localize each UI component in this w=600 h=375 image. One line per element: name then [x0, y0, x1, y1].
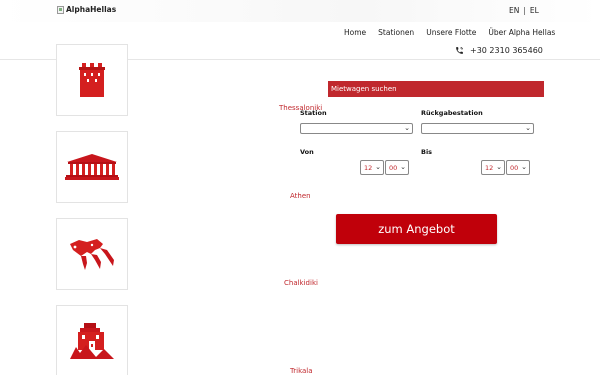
station-label: Station — [300, 109, 327, 117]
from-minute-value: 00 — [389, 164, 398, 172]
from-label: Von — [300, 148, 314, 156]
return-station-select[interactable]: ⌄ — [421, 123, 534, 134]
station-select[interactable]: ⌄ — [300, 123, 413, 134]
chevron-down-icon: ⌄ — [375, 163, 381, 171]
chevron-down-icon: ⌄ — [521, 163, 527, 171]
nav-home[interactable]: Home — [344, 28, 366, 37]
lang-en-link[interactable]: EN — [509, 6, 519, 15]
broken-image-icon — [57, 5, 64, 14]
lang-el-link[interactable]: EL — [530, 6, 539, 15]
station-card-trikala[interactable] — [56, 305, 128, 375]
from-minute-select[interactable]: 00 ⌄ — [385, 160, 409, 175]
phone-contact[interactable]: +30 2310 365460 — [455, 46, 543, 55]
logo-alt-text: AlphaHellas — [66, 5, 117, 14]
station-card-chalkidiki[interactable] — [56, 218, 128, 290]
to-label: Bis — [421, 148, 433, 156]
chevron-down-icon: ⌄ — [525, 124, 531, 132]
search-panel-title: Mietwagen suchen — [328, 81, 544, 97]
from-hour-select[interactable]: 12 ⌄ — [360, 160, 384, 175]
chevron-down-icon: ⌄ — [400, 163, 406, 171]
from-hour-value: 12 — [364, 164, 373, 172]
site-logo[interactable]: AlphaHellas — [57, 5, 116, 14]
language-switcher: EN | EL — [509, 6, 539, 15]
to-hour-value: 12 — [485, 164, 494, 172]
submit-offer-button[interactable]: zum Angebot — [336, 214, 497, 244]
main-nav: Home Stationen Unsere Flotte Über Alpha … — [344, 28, 555, 37]
phone-icon — [456, 47, 463, 54]
chalkidiki-map-icon — [70, 239, 114, 270]
return-station-label: Rückgabestation — [421, 109, 483, 117]
nav-unsere-flotte[interactable]: Unsere Flotte — [426, 28, 476, 37]
white-tower-icon — [79, 63, 105, 97]
nav-ueber-alpha-hellas[interactable]: Über Alpha Hellas — [488, 28, 555, 37]
to-minute-value: 00 — [510, 164, 519, 172]
trikala-landmark-icon — [70, 323, 114, 359]
chevron-down-icon: ⌄ — [496, 163, 502, 171]
station-label-chalkidiki[interactable]: Chalkidiki — [284, 279, 318, 287]
station-label-trikala[interactable]: Trikala — [290, 367, 313, 375]
to-hour-select[interactable]: 12 ⌄ — [481, 160, 505, 175]
station-card-thessaloniki[interactable] — [56, 44, 128, 116]
chevron-down-icon: ⌄ — [404, 124, 410, 132]
to-minute-select[interactable]: 00 ⌄ — [506, 160, 530, 175]
phone-number: +30 2310 365460 — [470, 46, 543, 55]
lang-separator: | — [523, 6, 526, 15]
nav-stationen[interactable]: Stationen — [378, 28, 414, 37]
station-card-athen[interactable] — [56, 131, 128, 203]
station-label-athen[interactable]: Athen — [290, 192, 311, 200]
parthenon-icon — [65, 154, 119, 180]
